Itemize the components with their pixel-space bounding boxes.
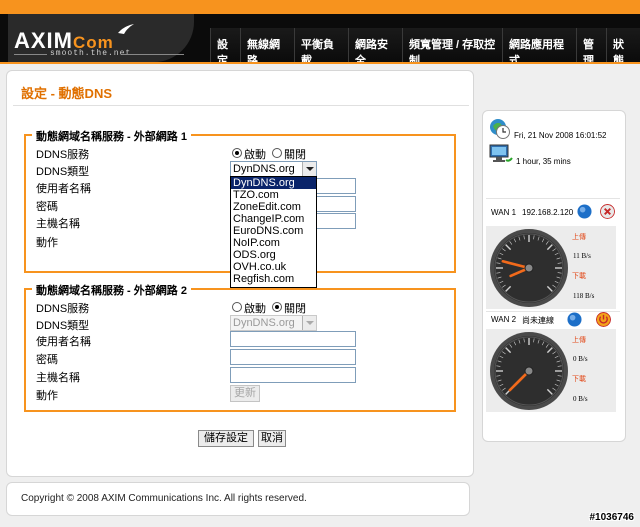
wan2-info-icon[interactable]	[567, 312, 582, 327]
title-divider	[13, 105, 469, 106]
ddns-type-select[interactable]: DynDNS.org	[230, 315, 317, 331]
ddns-type-select[interactable]: DynDNS.org	[230, 161, 317, 177]
ddns-disable-radio[interactable]	[272, 148, 282, 158]
logo-divider	[14, 54, 47, 55]
dropdown-option[interactable]: EuroDNS.com	[231, 225, 316, 237]
ddns-type-value: DynDNS.org	[233, 163, 295, 175]
ddns-type-value: DynDNS.org	[233, 317, 295, 329]
username-label: 使用者名稱	[36, 183, 91, 195]
system-uptime: 1 hour, 35 mins	[516, 157, 571, 166]
dropdown-option[interactable]: DynDNS.org	[231, 177, 316, 189]
gauge-hub	[524, 263, 534, 273]
logo-divider	[122, 54, 184, 55]
wan2-status: 尚未連線	[522, 316, 554, 325]
hostname-input[interactable]	[230, 367, 356, 383]
ddns-disable-radio[interactable]	[272, 302, 282, 312]
cancel-button[interactable]: 取消	[258, 430, 286, 447]
wan2-traffic-gauge	[490, 332, 568, 410]
ddns-type-dropdown-list[interactable]: DynDNS.org TZO.com ZoneEdit.com ChangeIP…	[230, 176, 317, 288]
action-label: 動作	[36, 390, 58, 402]
dropdown-option[interactable]: Regfish.com	[231, 273, 316, 285]
divider	[486, 198, 620, 199]
password-label: 密碼	[36, 201, 58, 213]
password-label: 密碼	[36, 354, 58, 366]
wan1-upload-value: 11 B/s	[573, 252, 591, 260]
dropdown-option[interactable]: ODS.org	[231, 249, 316, 261]
update-button[interactable]: 更新	[230, 385, 260, 402]
footer: Copyright © 2008 AXIM Communications Inc…	[6, 482, 470, 516]
copyright-text: Copyright © 2008 AXIM Communications Inc…	[21, 493, 307, 504]
dropdown-option[interactable]: TZO.com	[231, 189, 316, 201]
password-input[interactable]	[230, 349, 356, 365]
bird-logo-icon	[118, 24, 134, 34]
ddns-type-label: DDNS類型	[36, 166, 90, 178]
enable-radio-label: 啟動	[244, 149, 266, 161]
save-button[interactable]: 儲存設定	[198, 430, 254, 447]
wan2-download-label: 下載	[572, 375, 586, 383]
ddns-service-label: DDNS服務	[36, 303, 90, 315]
dropdown-option[interactable]: ChangeIP.com	[231, 213, 316, 225]
wan1-upload-label: 上傳	[572, 233, 586, 241]
wan2-label: WAN 2	[491, 315, 517, 324]
wan1-download-label: 下載	[572, 272, 586, 280]
wan2-download-value: 0 B/s	[573, 395, 588, 403]
ddns-service-label: DDNS服務	[36, 149, 90, 161]
wan1-ip: 192.168.2.120	[522, 208, 574, 217]
wan2-upload-label: 上傳	[572, 336, 586, 344]
username-label: 使用者名稱	[36, 336, 91, 348]
image-watermark: #1036746	[589, 512, 635, 523]
dropdown-option[interactable]: NoIP.com	[231, 237, 316, 249]
enable-radio-label: 啟動	[244, 303, 266, 315]
page-title: 設定 - 動態DNS	[21, 86, 113, 101]
group-legend: 動態網域名稱服務 - 外部網路 1	[32, 128, 191, 144]
username-input[interactable]	[230, 331, 356, 347]
chevron-down-icon[interactable]	[302, 316, 316, 330]
disable-radio-label: 關閉	[284, 303, 306, 315]
wan1-traffic-gauge	[490, 229, 568, 307]
disable-radio-label: 關閉	[284, 149, 306, 161]
wan2-connect-icon[interactable]	[596, 312, 611, 327]
ddns-type-label: DDNS類型	[36, 320, 90, 332]
ddns-enable-radio[interactable]	[232, 148, 242, 158]
wan1-info-icon[interactable]	[577, 204, 592, 219]
wan1-download-value: 118 B/s	[573, 292, 595, 300]
wan1-label: WAN 1	[491, 208, 517, 217]
group-legend: 動態網域名稱服務 - 外部網路 2	[32, 282, 191, 298]
hostname-label: 主機名稱	[36, 218, 80, 230]
clock-icon	[490, 119, 510, 139]
wan1-disconnect-icon[interactable]	[600, 204, 615, 219]
monitor-icon	[489, 144, 513, 162]
gauge-hub	[524, 366, 534, 376]
dropdown-option[interactable]: ZoneEdit.com	[231, 201, 316, 213]
system-datetime: Fri, 21 Nov 2008 16:01:52	[514, 131, 607, 140]
brand-tagline: smooth.the.net	[50, 49, 132, 58]
dropdown-option[interactable]: OVH.co.uk	[231, 261, 316, 273]
action-label: 動作	[36, 237, 58, 249]
wan2-upload-value: 0 B/s	[573, 355, 588, 363]
hostname-label: 主機名稱	[36, 372, 80, 384]
chevron-down-icon[interactable]	[302, 162, 316, 176]
top-navigation-bar: AXIMCom smooth.the.net 設定 無線網路 平衡負載 網路安全…	[0, 0, 640, 76]
ddns-enable-radio[interactable]	[232, 302, 242, 312]
